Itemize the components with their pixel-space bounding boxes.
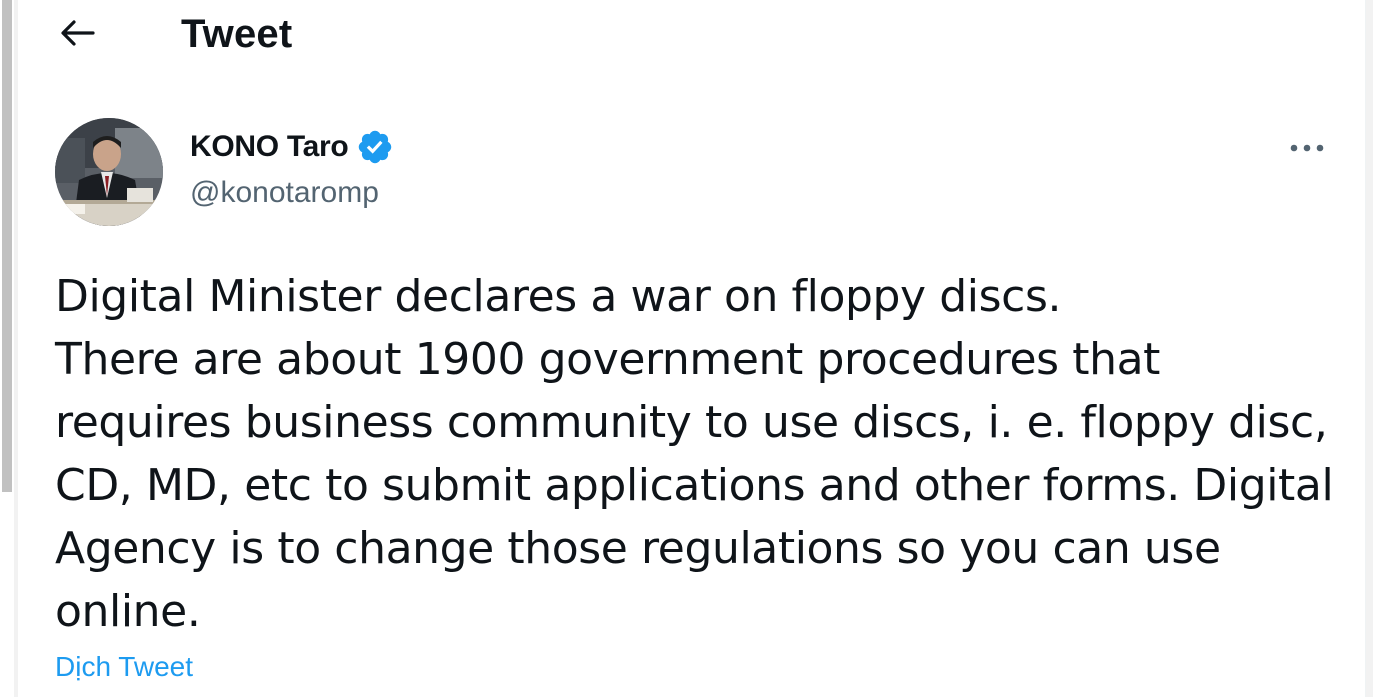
more-horizontal-icon [1290,144,1324,152]
back-button[interactable] [52,10,102,56]
arrow-left-icon [61,20,95,46]
author-name-row[interactable]: KONO Taro [190,128,394,166]
verified-badge-icon [359,130,392,164]
translate-tweet-link[interactable]: Dịch Tweet [55,651,193,683]
page-title: Tweet [181,12,293,56]
page-header: Tweet [18,0,1365,70]
tweet-text: Digital Minister declares a war on flopp… [55,271,1334,637]
left-scrollbar[interactable] [0,0,14,697]
avatar-photo [55,118,163,226]
avatar[interactable] [55,118,163,226]
left-scrollbar-thumb[interactable] [2,0,12,492]
author-handle[interactable]: @konotaromp [190,176,379,210]
author-name: KONO Taro [190,130,349,163]
more-options-button[interactable] [1280,128,1334,168]
tweet-detail-column: Tweet KONO Taro @konotaromp Digital Mini… [18,0,1366,697]
